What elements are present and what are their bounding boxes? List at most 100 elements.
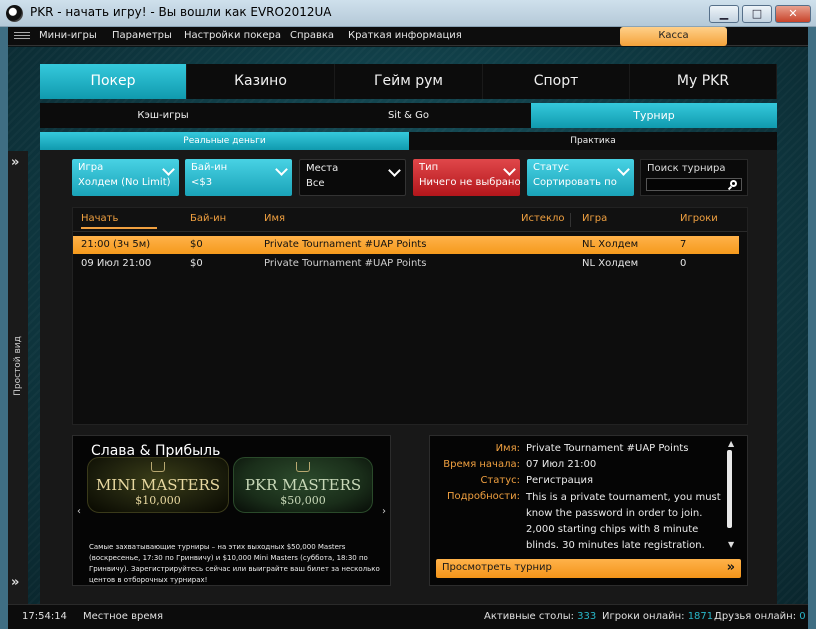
promo-next-icon[interactable]: › — [382, 506, 386, 517]
tournament-table: Начать Бай-ин Имя Истекло Игра Игроки 21… — [72, 207, 748, 425]
table-row[interactable]: 09 Июл 21:00 $0 Private Tournament #UAP … — [73, 255, 747, 273]
detail-start-value: 07 Июл 21:00 — [526, 459, 597, 470]
window-title: PKR - начать игру! - Вы вошли как EVRO20… — [30, 5, 332, 19]
simple-view-sidebar[interactable]: » Простой вид » — [8, 151, 28, 604]
detail-status-value: Регистрация — [526, 475, 594, 486]
col-game[interactable]: Игра — [582, 213, 607, 224]
search-icon[interactable] — [730, 180, 737, 187]
game-type-tabs: Кэш-игры Sit & Go Турнир — [40, 103, 777, 128]
cell-buyin: $0 — [190, 258, 203, 269]
status-filter-value: Сортировать по — [533, 177, 617, 188]
tab-casino[interactable]: Казино — [187, 64, 335, 99]
tab-tournament[interactable]: Турнир — [531, 103, 777, 128]
cell-players: 0 — [680, 258, 687, 269]
cell-game: NL Холдем — [582, 239, 639, 250]
game-filter-label: Игра — [78, 162, 104, 173]
menu-quick-info[interactable]: Краткая информация — [348, 30, 462, 41]
expand-sidebar-icon[interactable]: » — [11, 155, 19, 170]
cell-players: 7 — [680, 239, 687, 250]
buyin-filter[interactable]: Бай-ин <$3 — [185, 159, 292, 196]
details-scrollbar[interactable] — [727, 450, 733, 543]
badge-prize: $50,000 — [280, 494, 326, 507]
expand-sidebar-bottom-icon[interactable]: » — [11, 575, 19, 590]
pkr-masters-badge[interactable]: PKR MASTERS $50,000 — [233, 457, 373, 513]
window-titlebar: PKR - начать игру! - Вы вошли как EVRO20… — [0, 0, 816, 27]
close-button[interactable]: ✕ — [775, 5, 811, 23]
tab-my-pkr[interactable]: My PKR — [630, 64, 777, 99]
status-filter[interactable]: Статус Сортировать по — [527, 159, 634, 196]
status-filter-label: Статус — [533, 162, 570, 173]
search-label: Поиск турнира — [647, 163, 726, 174]
badge-title: MINI MASTERS — [95, 476, 221, 494]
tab-game-room[interactable]: Гейм рум — [335, 64, 483, 99]
promo-prev-icon[interactable]: ‹ — [77, 506, 81, 517]
menu-settings[interactable]: Параметры — [112, 30, 172, 41]
menu-bar: Мини-игры Параметры Настройки покера Спр… — [8, 27, 808, 46]
tab-poker[interactable]: Покер — [40, 64, 187, 99]
lobby-main: » Простой вид » Покер Казино Гейм рум Сп… — [8, 47, 808, 604]
col-buyin[interactable]: Бай-ин — [190, 213, 226, 224]
minimize-button[interactable]: ▁ — [709, 5, 739, 23]
detail-description-value: This is a private tournament, you must k… — [526, 492, 721, 551]
detail-name-label: Имя: — [495, 443, 520, 454]
detail-start-label: Время начала: — [443, 459, 520, 470]
tab-cash-games[interactable]: Кэш-игры — [40, 103, 286, 128]
game-filter[interactable]: Игра Холдем (No Limit) — [72, 159, 179, 196]
tournament-search: Поиск турнира — [640, 159, 748, 196]
scrollbar-thumb[interactable] — [727, 450, 732, 528]
view-tournament-label: Просмотреть турнир — [442, 562, 552, 573]
type-filter[interactable]: Тип Ничего не выбрано — [413, 159, 521, 196]
column-divider[interactable] — [570, 213, 571, 227]
menu-mini-games[interactable]: Мини-игры — [39, 30, 97, 41]
menu-help[interactable]: Справка — [290, 30, 334, 41]
detail-description-label: Подробности: — [446, 491, 520, 502]
mini-masters-badge[interactable]: MINI MASTERS $10,000 — [87, 457, 229, 513]
cell-buyin: $0 — [190, 239, 203, 250]
active-tables: Активные столы: 333 — [484, 611, 596, 622]
promo-description: Самые захватывающие турниры – на этих вы… — [89, 543, 380, 584]
table-row[interactable]: 21:00 (3ч 5м) $0 Private Tournament #UAP… — [73, 236, 747, 254]
col-start[interactable]: Начать — [81, 213, 157, 229]
tab-sit-and-go[interactable]: Sit & Go — [286, 103, 531, 128]
crown-icon — [296, 462, 310, 472]
cell-start: 21:00 (3ч 5м) — [81, 239, 151, 250]
seats-filter[interactable]: Места Все — [299, 159, 406, 196]
menu-grip-icon — [14, 32, 30, 41]
cashier-button[interactable]: Касса — [620, 27, 727, 46]
detail-status-label: Статус: — [480, 475, 520, 486]
badge-title: PKR MASTERS — [244, 476, 362, 494]
simple-view-label[interactable]: Простой вид — [13, 330, 23, 402]
tab-real-money[interactable]: Реальные деньги — [40, 132, 409, 150]
table-header: Начать Бай-ин Имя Истекло Игра Игроки — [73, 208, 747, 232]
menu-poker-settings[interactable]: Настройки покера — [184, 30, 281, 41]
pkr-logo-icon — [6, 5, 23, 22]
col-players[interactable]: Игроки — [680, 213, 718, 224]
money-tabs: Реальные деньги Практика — [40, 132, 777, 150]
table-scrollbar[interactable] — [739, 233, 747, 423]
status-bar: 17:54:14 Местное время Активные столы: 3… — [8, 604, 808, 629]
cell-name: Private Tournament #UAP Points — [264, 258, 427, 269]
main-tabs: Покер Казино Гейм рум Спорт My PKR — [40, 64, 777, 99]
window-frame-left — [0, 27, 8, 629]
badge-prize: $10,000 — [135, 494, 181, 507]
players-online-count: 1871 — [687, 611, 714, 622]
local-time: 17:54:14 — [22, 611, 67, 622]
active-tables-count: 333 — [577, 611, 597, 622]
col-name[interactable]: Имя — [264, 213, 285, 224]
maximize-button[interactable]: □ — [742, 5, 772, 23]
tab-sport[interactable]: Спорт — [483, 64, 630, 99]
view-tournament-button[interactable]: Просмотреть турнир » — [436, 559, 741, 578]
game-filter-value: Холдем (No Limit) — [78, 177, 171, 188]
detail-name-value: Private Tournament #UAP Points — [526, 443, 689, 454]
col-elapsed[interactable]: Истекло — [521, 213, 565, 224]
buyin-filter-value: <$3 — [191, 177, 213, 188]
friends-online: Друзья онлайн: 0 — [714, 611, 806, 622]
promo-banner[interactable]: Слава & Прибыль MINI MASTERS $10,000 PKR… — [72, 435, 391, 586]
players-online: Игроки онлайн: 1871 — [602, 611, 713, 622]
cell-game: NL Холдем — [582, 258, 639, 269]
scroll-up-icon[interactable]: ▲ — [728, 439, 734, 448]
friends-online-label: Друзья онлайн: — [714, 611, 797, 622]
tab-practice[interactable]: Практика — [409, 132, 777, 150]
scroll-down-icon[interactable]: ▼ — [728, 540, 734, 549]
active-tables-label: Активные столы: — [484, 611, 574, 622]
